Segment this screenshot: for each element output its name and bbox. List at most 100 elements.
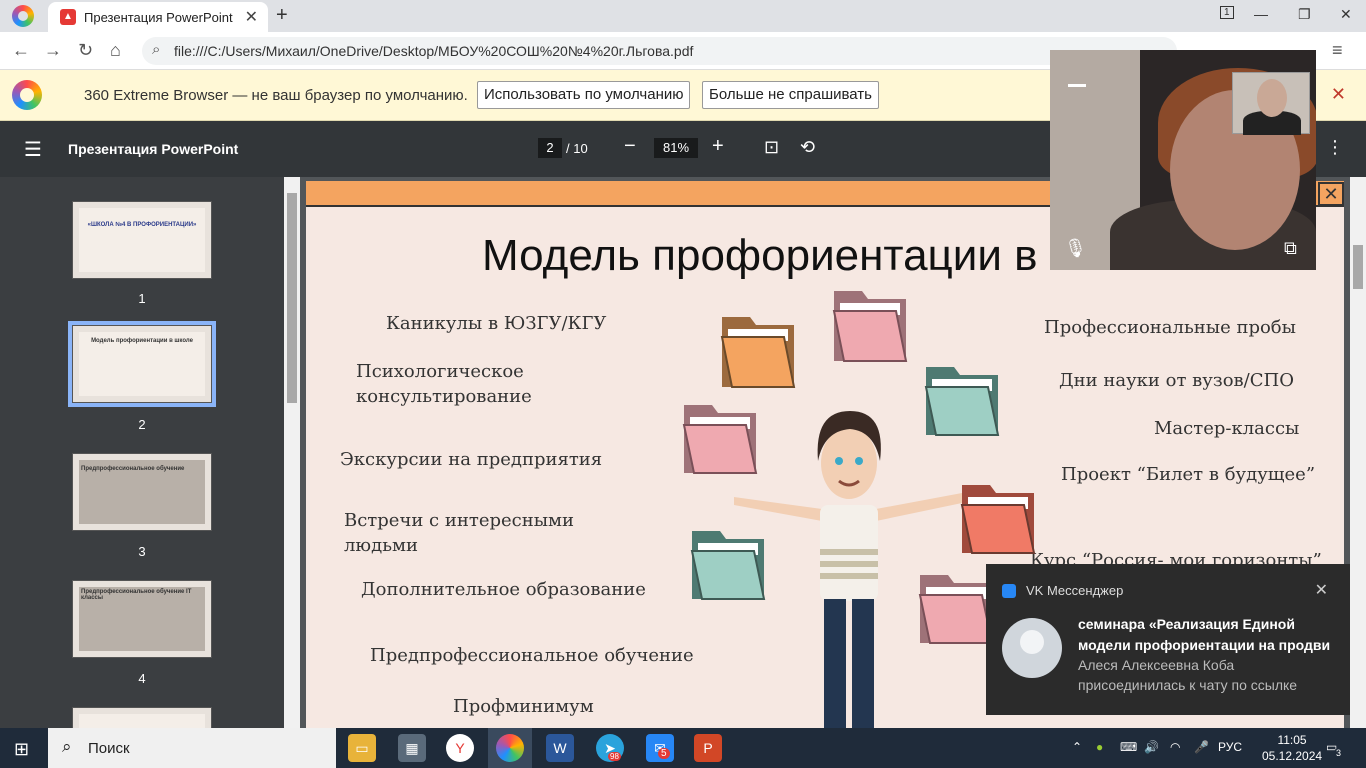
reload-icon[interactable]: ↻ (78, 40, 93, 61)
search-icon: ⌕ (152, 41, 161, 58)
video-self-view[interactable] (1232, 72, 1310, 135)
microphone-icon[interactable]: 🎙 (1064, 238, 1087, 259)
taskbar-search-label: Поиск (88, 740, 130, 757)
tab-bar: ▲ Презентация PowerPoint ✕ + 1 — ❐ ✕ (0, 0, 1366, 32)
sidebar-scroll-thumb[interactable] (287, 193, 297, 403)
tab-count-icon[interactable]: 1 (1220, 6, 1234, 19)
file-explorer-icon[interactable]: ▭ (348, 734, 376, 762)
minimize-icon[interactable]: — (1254, 6, 1268, 22)
calculator-icon[interactable]: ▦ (398, 734, 426, 762)
screen-share-icon[interactable]: ⧉ (1284, 238, 1297, 259)
minimize-video-icon[interactable] (1068, 84, 1086, 87)
new-tab-icon[interactable]: + (276, 4, 288, 27)
zoom-input[interactable]: 81% (654, 138, 698, 158)
toast-close-icon[interactable]: ✕ (1315, 580, 1328, 600)
zoom-out-icon[interactable]: − (624, 135, 636, 158)
volume-icon[interactable]: 🔊 (1144, 740, 1159, 754)
tab-active[interactable]: ▲ Презентация PowerPoint ✕ (48, 2, 268, 32)
slide-left-item: Дополнительное образование (361, 579, 646, 600)
home-icon[interactable]: ⌂ (110, 40, 121, 61)
slide-left-item: Предпрофессиональное обучение (370, 645, 694, 666)
dont-ask-button[interactable]: Больше не спрашивать (702, 81, 879, 109)
tray-app-icon[interactable]: ● (1096, 740, 1103, 754)
telegram-badge: 98 (608, 752, 621, 761)
slide-left-item: Каникулы в ЮЗГУ/КГУ (386, 313, 607, 334)
thumbnail-title: «ШКОЛА №4 В ПРОФОРИЕНТАЦИИ» (87, 222, 197, 228)
browser-360-logo-icon (12, 80, 42, 110)
slide-right-item: Профессиональные пробы (1044, 317, 1296, 338)
toast-title-line2: модели профориентации на продви (1078, 637, 1331, 653)
yandex-browser-icon[interactable]: Y (446, 734, 474, 762)
search-icon: ⌕ (62, 737, 72, 756)
viewer-scrollbar[interactable] (1350, 177, 1366, 728)
folder-icon (960, 485, 1036, 554)
thumbnail-number: 3 (138, 544, 146, 559)
vk-badge: 5 (658, 748, 670, 759)
windows-taskbar: ⊞ ⌕ Поиск ▭ ▦ Y W ➤ 98 ✉ 5 P ⌃ ● ⌨ 🔊 ◠ 🎤… (0, 728, 1366, 768)
folder-icon (924, 367, 1000, 436)
thumbnail-canvas (79, 714, 205, 728)
thumbnail-number: 4 (138, 671, 146, 686)
slide-title: Модель профориентации в (482, 231, 1038, 280)
set-default-button[interactable]: Использовать по умолчанию (477, 81, 691, 109)
folder-icon (918, 575, 994, 644)
back-icon[interactable]: ← (12, 40, 30, 61)
vk-notification-toast[interactable]: VK Мессенджер ✕ семинара «Реализация Еди… (986, 564, 1350, 715)
folder-icon (682, 405, 758, 474)
tab-title: Презентация PowerPoint (84, 10, 233, 25)
zoom-in-icon[interactable]: + (712, 135, 724, 158)
clock-date: 05.12.2024 (1262, 749, 1323, 763)
slide-left-item: Профминимум (453, 696, 594, 717)
sidebar-toggle-icon[interactable]: ☰ (24, 137, 42, 162)
thumbnail-page-1[interactable]: «ШКОЛА №4 В ПРОФОРИЕНТАЦИИ» (72, 201, 212, 279)
word-icon[interactable]: W (546, 734, 574, 762)
browser-360-taskbar-icon[interactable] (496, 734, 524, 762)
infobar-close-icon[interactable]: ✕ (1331, 84, 1346, 105)
thumbnail-number: 1 (138, 291, 146, 306)
rotate-icon[interactable]: ⟲ (800, 137, 815, 158)
tray-expand-icon[interactable]: ⌃ (1072, 740, 1082, 754)
browser-logo-icon[interactable] (12, 5, 34, 27)
keyboard-icon[interactable]: ⌨ (1120, 740, 1137, 754)
page-input[interactable]: 2 (538, 138, 562, 158)
window-close-icon[interactable]: ✕ (1340, 6, 1352, 23)
tab-close-icon[interactable]: ✕ (245, 7, 258, 27)
sidebar-scrollbar[interactable] (284, 177, 300, 728)
restore-icon[interactable]: ❐ (1298, 6, 1311, 23)
thumbnail-sidebar: «ШКОЛА №4 В ПРОФОРИЕНТАЦИИ» 1 Модель про… (0, 177, 284, 728)
thumbnail-title: Предпрофессиональное обучение (81, 466, 185, 472)
folder-icon (720, 317, 796, 388)
character-figure (734, 411, 962, 728)
address-bar[interactable]: ⌕ file:///C:/Users/Михаил/OneDrive/Deskt… (142, 37, 1177, 65)
slide-right-item: Мастер-классы (1154, 418, 1300, 439)
thumbnail-title: Модель профориентации в школе (91, 338, 193, 344)
taskbar-search[interactable]: ⌕ Поиск (48, 728, 336, 768)
menu-icon[interactable]: ≡ (1332, 40, 1343, 61)
mic-tray-icon[interactable]: 🎤 (1194, 740, 1209, 754)
folder-icon (690, 531, 766, 600)
more-options-icon[interactable]: ⋮ (1326, 137, 1344, 158)
fit-page-icon[interactable]: ⊡ (764, 137, 779, 158)
address-url: file:///C:/Users/Михаил/OneDrive/Desktop… (174, 43, 694, 59)
video-call-overlay[interactable]: 🎙 ⧉ (1050, 50, 1316, 270)
windows-start-icon[interactable]: ⊞ (14, 739, 29, 760)
slide-left-item: Психологическое (356, 361, 524, 382)
network-icon[interactable]: ◠ (1170, 740, 1180, 754)
slide-right-item: Дни науки от вузов/СПО (1059, 370, 1294, 391)
toast-body-line2: присоединилась к чату по ссылке (1078, 677, 1298, 693)
page-total: / 10 (566, 141, 588, 156)
pdf-icon: ▲ (60, 9, 76, 25)
thumbnail-number: 2 (138, 417, 146, 432)
language-indicator[interactable]: РУС (1218, 740, 1242, 754)
taskbar-clock[interactable]: 11:05 05.12.2024 (1262, 732, 1322, 764)
thumbnail-page-3[interactable]: Предпрофессиональное обучение (72, 453, 212, 531)
powerpoint-icon[interactable]: P (694, 734, 722, 762)
thumbnail-page-2[interactable]: Модель профориентации в школе (68, 321, 216, 407)
toast-body-line1: Алеся Алексеевна Коба (1078, 657, 1235, 673)
vk-messenger-icon (1002, 584, 1016, 598)
forward-icon[interactable]: → (44, 40, 62, 61)
thumbnail-page-4[interactable]: Предпрофессиональное обучение IT классы (72, 580, 212, 658)
viewer-scroll-thumb[interactable] (1353, 245, 1363, 289)
slide-close-icon[interactable]: ✕ (1318, 182, 1344, 206)
thumbnail-page-5[interactable] (72, 707, 212, 728)
